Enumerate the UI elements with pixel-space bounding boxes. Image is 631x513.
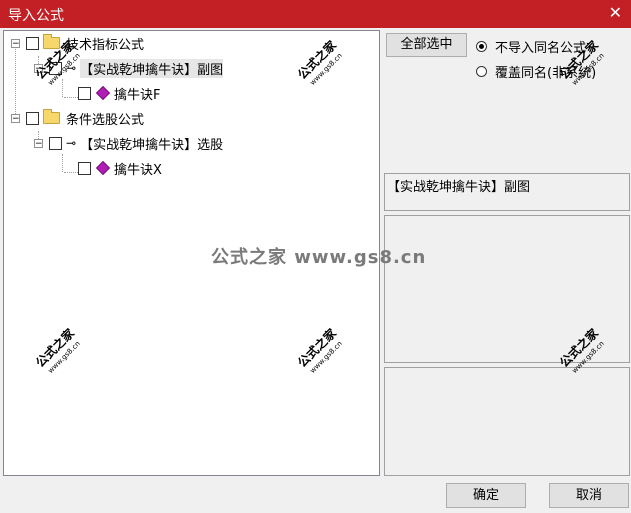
collapse-icon[interactable]: − [34, 138, 43, 148]
cancel-button[interactable]: 取消 [549, 483, 629, 508]
option-skip-duplicates[interactable]: 不导入同名公式 [476, 37, 586, 56]
option-label: 不导入同名公式 [495, 41, 587, 56]
formula-name-box: 【实战乾坤擒牛诀】副图 [384, 173, 630, 211]
diamond-icon [95, 160, 111, 176]
center-watermark: 公式之家 www.gs8.cn [211, 247, 427, 268]
folder-icon [43, 109, 60, 124]
item-checkbox[interactable] [78, 161, 91, 175]
notes-box [384, 367, 630, 476]
item-label: 擒牛诀F [114, 87, 161, 103]
tree-item-qnjx[interactable]: 擒牛诀X [78, 158, 162, 178]
close-icon[interactable]: ✕ [609, 3, 622, 22]
formula-label: 【实战乾坤擒牛诀】副图 [80, 58, 224, 78]
collapse-icon[interactable]: − [11, 113, 20, 123]
tree-folder-screening[interactable]: − 条件选股公式 [11, 108, 144, 128]
window-title: 导入公式 [8, 8, 64, 24]
tree-item-qnjf[interactable]: 擒牛诀F [78, 83, 160, 103]
title-bar: 导入公式 ✕ [0, 0, 631, 28]
tree-formula-screening[interactable]: − ⊸ 【实战乾坤擒牛诀】选股 [34, 133, 223, 153]
tree-connector [62, 154, 63, 172]
ok-button[interactable]: 确定 [446, 483, 526, 508]
tree-connector [64, 97, 78, 98]
select-all-button[interactable]: 全部选中 [386, 33, 467, 57]
tree-connector [64, 172, 78, 173]
folder-checkbox[interactable] [26, 111, 39, 125]
formula-checkbox[interactable] [49, 136, 62, 150]
formula-name: 【实战乾坤擒牛诀】副图 [387, 180, 531, 195]
radio-button[interactable] [476, 41, 487, 52]
tree-connector [62, 79, 63, 97]
formula-label: 【实战乾坤擒牛诀】选股 [80, 137, 224, 153]
collapse-icon[interactable]: − [11, 38, 20, 48]
folder-label: 条件选股公式 [66, 112, 145, 128]
radio-button[interactable] [476, 66, 487, 77]
diamond-icon [95, 85, 111, 101]
item-label: 擒牛诀X [114, 162, 162, 178]
key-icon: ⊸ [66, 136, 77, 150]
folder-checkbox[interactable] [26, 36, 39, 50]
item-checkbox[interactable] [78, 86, 91, 100]
